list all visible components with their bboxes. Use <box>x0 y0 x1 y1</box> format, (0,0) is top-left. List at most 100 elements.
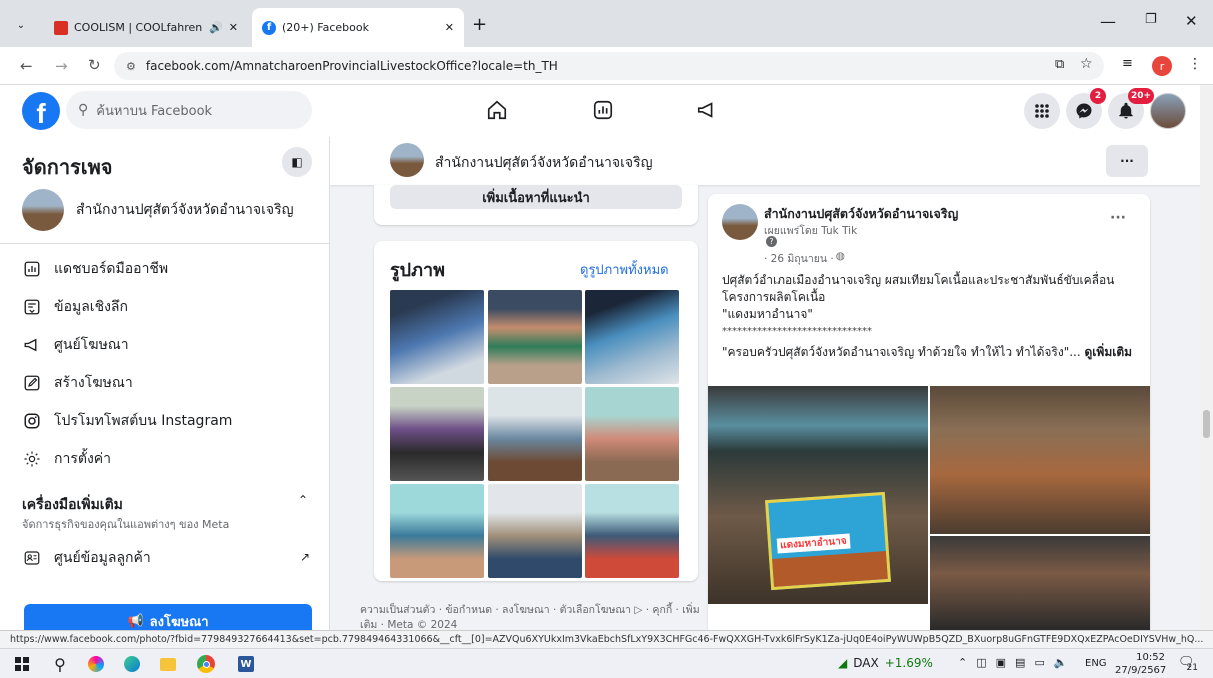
profile-avatar[interactable]: r <box>1152 56 1172 76</box>
sidebar-item-ad-center[interactable]: ศูนย์โฆษณา <box>22 334 129 356</box>
post-date[interactable]: · 26 มิถุนายน · ◍ <box>764 250 845 267</box>
home-icon[interactable] <box>486 99 508 124</box>
post-published-by[interactable]: เผยแพร่โดย Tuk Tik <box>764 222 857 239</box>
insights-icon <box>22 297 42 317</box>
browser-menu-icon[interactable]: ⋮ <box>1188 56 1202 72</box>
create-ad-button-label: ลงโฆษณา <box>149 614 209 630</box>
windows-taskbar: ⚲ W ◢ DAX +1.69% ⌃ ◫ ▣ ▤ ▭ 🔈 ENG 10:52 2… <box>0 648 1213 678</box>
photo-thumbnail[interactable] <box>488 290 582 384</box>
address-bar[interactable]: ⚙ facebook.com/AmnatcharoenProvincialLiv… <box>114 52 1104 80</box>
minimize-icon[interactable]: — <box>1100 12 1116 31</box>
forward-icon[interactable]: → <box>55 57 68 75</box>
close-tab-icon[interactable]: ✕ <box>229 21 238 34</box>
photo-thumbnail[interactable] <box>488 387 582 481</box>
network-icon[interactable]: ▤ <box>1015 656 1025 669</box>
sidebar-item-label: ศูนย์ข้อมูลลูกค้า <box>54 550 151 566</box>
post-photo[interactable] <box>930 386 1150 534</box>
post-card: สำนักงานปศุสัตว์จังหวัดอำนาจเจริญ เผยแพร… <box>708 194 1150 630</box>
megaphone-icon[interactable] <box>696 99 718 124</box>
sidebar-item-instagram[interactable]: โปรโมทโพสต์บน Instagram <box>22 410 232 432</box>
sidebar-item-customer-center[interactable]: ศูนย์ข้อมูลลูกค้า <box>22 547 151 569</box>
footer-links[interactable]: ความเป็นส่วนตัว · ข้อกำหนด · ลงโฆษณา · ต… <box>360 603 700 630</box>
photo-thumbnail[interactable] <box>585 484 679 578</box>
banner-image: แดงมหาอำนาจ <box>765 491 891 591</box>
tab-search-icon[interactable]: ⌄ <box>10 14 32 36</box>
tab-title: COOLISM | COOLfahrenheit <box>74 21 203 34</box>
sidebar-item-label: ข้อมูลเชิงลึก <box>54 299 128 315</box>
close-window-icon[interactable]: ✕ <box>1185 12 1198 30</box>
scrollbar-thumb[interactable] <box>1203 410 1210 438</box>
fb-search-bar[interactable]: ⚲ ค้นหาบน Facebook <box>66 91 312 129</box>
tab-title: (20+) Facebook <box>282 21 369 34</box>
tab-coolism[interactable]: COOLISM | COOLfahrenheit 🔊 ✕ <box>44 8 248 47</box>
dashboard-icon[interactable] <box>592 99 614 124</box>
photo-thumbnail[interactable] <box>390 484 484 578</box>
tray-app-icon[interactable]: ◫ <box>976 656 986 669</box>
clock[interactable]: 10:52 27/9/2567 <box>1115 651 1166 677</box>
volume-icon[interactable]: 🔈 <box>1054 656 1068 669</box>
see-all-photos-link[interactable]: ดูรูปภาพทั้งหมด <box>580 259 669 280</box>
back-icon[interactable]: ← <box>20 57 33 75</box>
post-main-photo[interactable]: แดงมหาอำนาจ <box>708 386 928 604</box>
copilot-icon[interactable] <box>86 654 106 674</box>
language-indicator[interactable]: ENG <box>1085 658 1107 669</box>
monitor-icon[interactable]: ▭ <box>1034 656 1044 669</box>
reload-icon[interactable]: ↻ <box>88 56 101 74</box>
bookmark-star-icon[interactable]: ☆ <box>1080 56 1093 72</box>
search-input[interactable]: ค้นหาบน Facebook <box>96 100 212 121</box>
info-icon[interactable]: ? <box>766 236 777 247</box>
post-options-icon[interactable]: ··· <box>1110 210 1126 226</box>
menu-grid-icon[interactable] <box>1024 93 1060 129</box>
restore-icon[interactable]: ❐ <box>1145 12 1157 27</box>
tab-facebook[interactable]: f (20+) Facebook ✕ <box>252 8 464 47</box>
close-tab-icon[interactable]: ✕ <box>445 21 454 34</box>
sidebar-item-insights[interactable]: ข้อมูลเชิงลึก <box>22 296 128 318</box>
post-photo[interactable] <box>930 536 1150 630</box>
edge-icon[interactable] <box>122 654 142 674</box>
add-suggested-content-button[interactable]: เพิ่มเนื้อหาที่แนะนำ <box>390 185 682 209</box>
photo-thumbnail[interactable] <box>585 387 679 481</box>
windows-start-icon[interactable] <box>12 654 32 674</box>
chrome-icon[interactable] <box>196 654 216 674</box>
photo-thumbnail[interactable] <box>390 290 484 384</box>
page-header-name[interactable]: สำนักงานปศุสัตว์จังหวัดอำนาจเจริญ <box>435 152 653 174</box>
post-text-line: "ครอบครัวปศุสัตว์จังหวัดอำนาจเจริญ ทำด้ว… <box>722 345 1081 359</box>
page-scrollbar[interactable] <box>1200 85 1213 648</box>
post-author[interactable]: สำนักงานปศุสัตว์จังหวัดอำนาจเจริญ <box>764 204 958 224</box>
stock-widget[interactable]: ◢ DAX +1.69% <box>838 656 933 670</box>
search-icon[interactable]: ⚲ <box>50 654 70 674</box>
site-info-icon[interactable]: ⚙ <box>126 60 136 73</box>
page-avatar <box>22 189 64 231</box>
coolism-favicon-icon <box>54 20 68 35</box>
chevron-up-icon[interactable]: ⌃ <box>298 493 308 507</box>
chevron-up-icon[interactable]: ⌃ <box>958 656 967 669</box>
photo-thumbnail[interactable] <box>488 484 582 578</box>
messenger-icon[interactable]: 2 <box>1066 88 1106 129</box>
system-tray: ⌃ ◫ ▣ ▤ ▭ 🔈 <box>958 656 1068 669</box>
word-icon[interactable]: W <box>236 654 256 674</box>
post-text-line: "แดงมหาอำนาจ" <box>722 307 813 321</box>
reading-list-icon[interactable]: ≡ <box>1122 56 1133 71</box>
photo-thumbnail[interactable] <box>585 290 679 384</box>
notification-center-icon[interactable]: 🗨 21 <box>1178 655 1198 673</box>
sidebar-item-dashboard[interactable]: แดชบอร์ดมืออาชีพ <box>22 258 168 280</box>
see-more-link[interactable]: ดูเพิ่มเติม <box>1085 345 1133 359</box>
clock-time: 10:52 <box>1136 652 1165 663</box>
tray-app-icon[interactable]: ▣ <box>996 656 1006 669</box>
facebook-logo-icon[interactable]: f <box>22 92 60 130</box>
sidebar-item-create-ad[interactable]: สร้างโฆษณา <box>22 372 133 394</box>
new-tab-icon[interactable]: + <box>472 14 487 35</box>
account-avatar[interactable] <box>1150 93 1186 129</box>
collapse-sidebar-icon[interactable]: ◧ <box>282 147 312 177</box>
install-app-icon[interactable]: ⧉ <box>1055 57 1064 72</box>
notifications-bell-icon[interactable]: 20+ <box>1108 88 1155 129</box>
sidebar-item-settings[interactable]: การตั้งค่า <box>22 448 111 470</box>
page-avatar[interactable] <box>390 143 424 177</box>
photo-thumbnail[interactable] <box>390 387 484 481</box>
page-more-button[interactable]: ··· <box>1106 145 1148 177</box>
page-switcher[interactable]: สำนักงานปศุสัตว์จังหวัดอำนาจเจริญ <box>22 189 294 231</box>
file-explorer-icon[interactable] <box>158 654 178 674</box>
cattle-image <box>772 550 888 587</box>
audio-icon[interactable]: 🔊 <box>209 21 223 34</box>
post-author-avatar[interactable] <box>722 204 758 240</box>
